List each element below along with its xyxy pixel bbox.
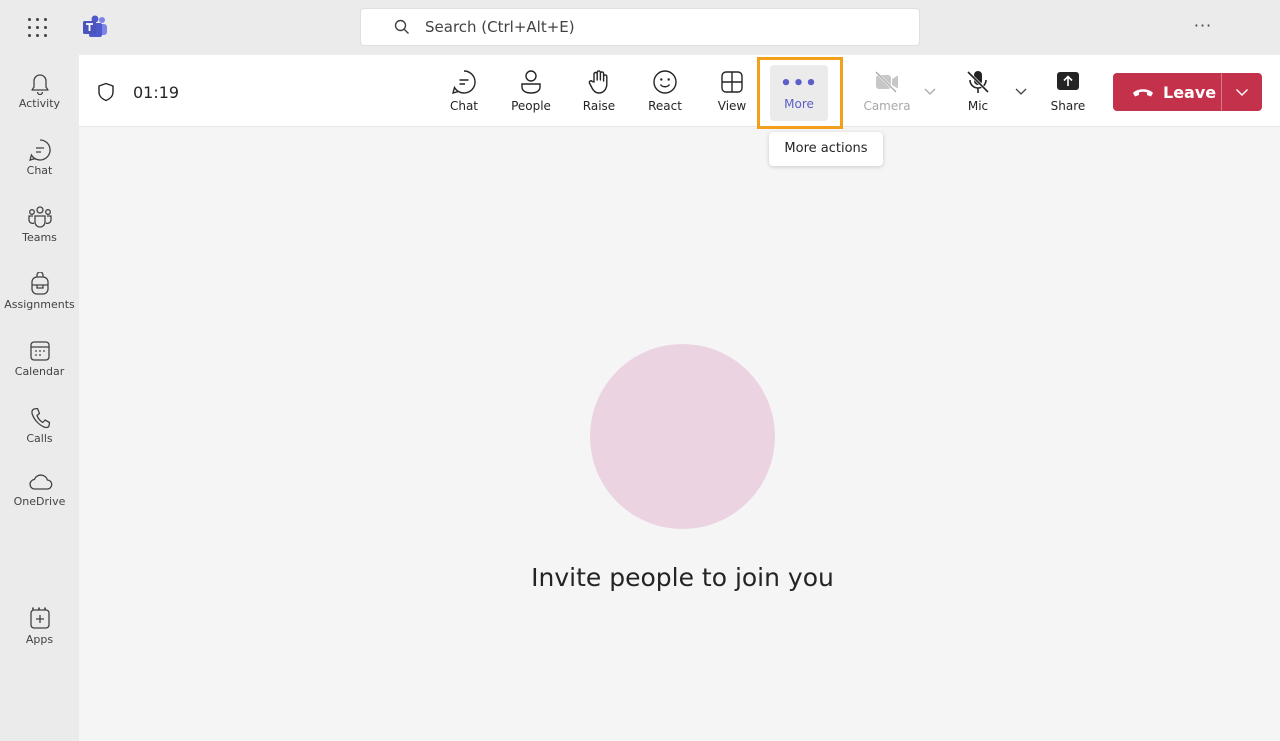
teams-logo-icon	[83, 15, 107, 37]
leave-button-group: Leave	[1113, 73, 1262, 111]
share-button[interactable]: Share	[1045, 65, 1091, 119]
meeting-toolbar: 01:19 Chat People Raise React View ••• M…	[79, 55, 1280, 129]
rail-label-assignments: Assignments	[4, 298, 75, 311]
camera-options-chevron-icon[interactable]	[922, 83, 938, 99]
camera-off-icon	[875, 71, 898, 93]
bell-icon	[30, 74, 49, 95]
rail-item-activity[interactable]: Activity	[0, 63, 79, 125]
search-box[interactable]: Search (Ctrl+Alt+E)	[360, 8, 920, 46]
mic-label: Mic	[967, 99, 989, 113]
view-button[interactable]: View	[712, 65, 752, 119]
teams-icon	[27, 206, 52, 228]
react-button[interactable]: React	[645, 65, 685, 119]
more-button-highlight	[757, 57, 843, 129]
rail-label-chat: Chat	[26, 164, 53, 177]
mic-options-chevron-icon[interactable]	[1013, 83, 1029, 99]
camera-label: Camera	[863, 99, 911, 113]
chat-icon	[452, 70, 476, 94]
rail-item-apps[interactable]: Apps	[0, 599, 79, 661]
rail-item-calls[interactable]: Calls	[0, 398, 79, 460]
rail-item-onedrive[interactable]: OneDrive	[0, 463, 79, 525]
view-label: View	[717, 99, 747, 113]
title-bar: Search (Ctrl+Alt+E) ···	[0, 0, 1280, 55]
grid-view-icon	[721, 71, 743, 93]
chat-icon	[28, 139, 51, 161]
raise-label: Raise	[582, 99, 616, 113]
camera-button[interactable]: Camera	[862, 65, 912, 119]
cloud-icon	[28, 474, 52, 490]
rail-item-calendar[interactable]: Calendar	[0, 331, 79, 393]
rail-label-calls: Calls	[26, 432, 53, 445]
app-launcher-icon[interactable]	[26, 16, 50, 40]
share-label: Share	[1050, 99, 1086, 113]
self-avatar	[590, 344, 775, 529]
chat-label: Chat	[449, 99, 479, 113]
settings-more-button[interactable]: ···	[1188, 12, 1218, 40]
invite-message: Invite people to join you	[531, 563, 834, 592]
raise-hand-icon	[588, 70, 608, 94]
rail-label-activity: Activity	[18, 97, 61, 110]
more-actions-tooltip: More actions	[769, 132, 883, 166]
rail-label-calendar: Calendar	[14, 365, 65, 378]
leave-options-button[interactable]	[1222, 84, 1262, 100]
rail-item-assignments[interactable]: Assignments	[0, 264, 79, 326]
mic-off-icon	[966, 70, 990, 94]
share-screen-icon	[1057, 72, 1079, 90]
emoji-icon	[653, 70, 677, 94]
backpack-icon	[30, 272, 49, 295]
hang-up-icon	[1133, 89, 1153, 97]
chevron-down-icon	[1236, 89, 1248, 96]
calendar-icon	[29, 341, 50, 361]
app-rail: Activity Chat Teams Assignments Calendar…	[0, 55, 79, 741]
rail-item-teams[interactable]: Teams	[0, 197, 79, 259]
react-label: React	[648, 99, 682, 113]
leave-button[interactable]: Leave	[1113, 73, 1221, 111]
rail-label-onedrive: OneDrive	[13, 495, 66, 508]
raise-hand-button[interactable]: Raise	[579, 65, 619, 119]
people-icon	[521, 70, 541, 94]
people-label: People	[511, 99, 551, 113]
rail-label-teams: Teams	[22, 231, 57, 244]
search-placeholder: Search (Ctrl+Alt+E)	[425, 18, 575, 36]
mic-button[interactable]: Mic	[954, 65, 1002, 119]
meeting-stage: 01:19 Chat People Raise React View ••• M…	[79, 55, 1280, 741]
meeting-timer: 01:19	[133, 83, 180, 102]
shield-icon	[98, 82, 114, 102]
chat-button[interactable]: Chat	[444, 65, 484, 119]
rail-item-chat[interactable]: Chat	[0, 130, 79, 192]
add-square-icon	[29, 609, 50, 629]
leave-label: Leave	[1163, 82, 1217, 102]
search-icon	[394, 19, 409, 34]
phone-icon	[30, 407, 50, 429]
people-button[interactable]: People	[507, 65, 555, 119]
rail-label-apps: Apps	[25, 633, 54, 646]
